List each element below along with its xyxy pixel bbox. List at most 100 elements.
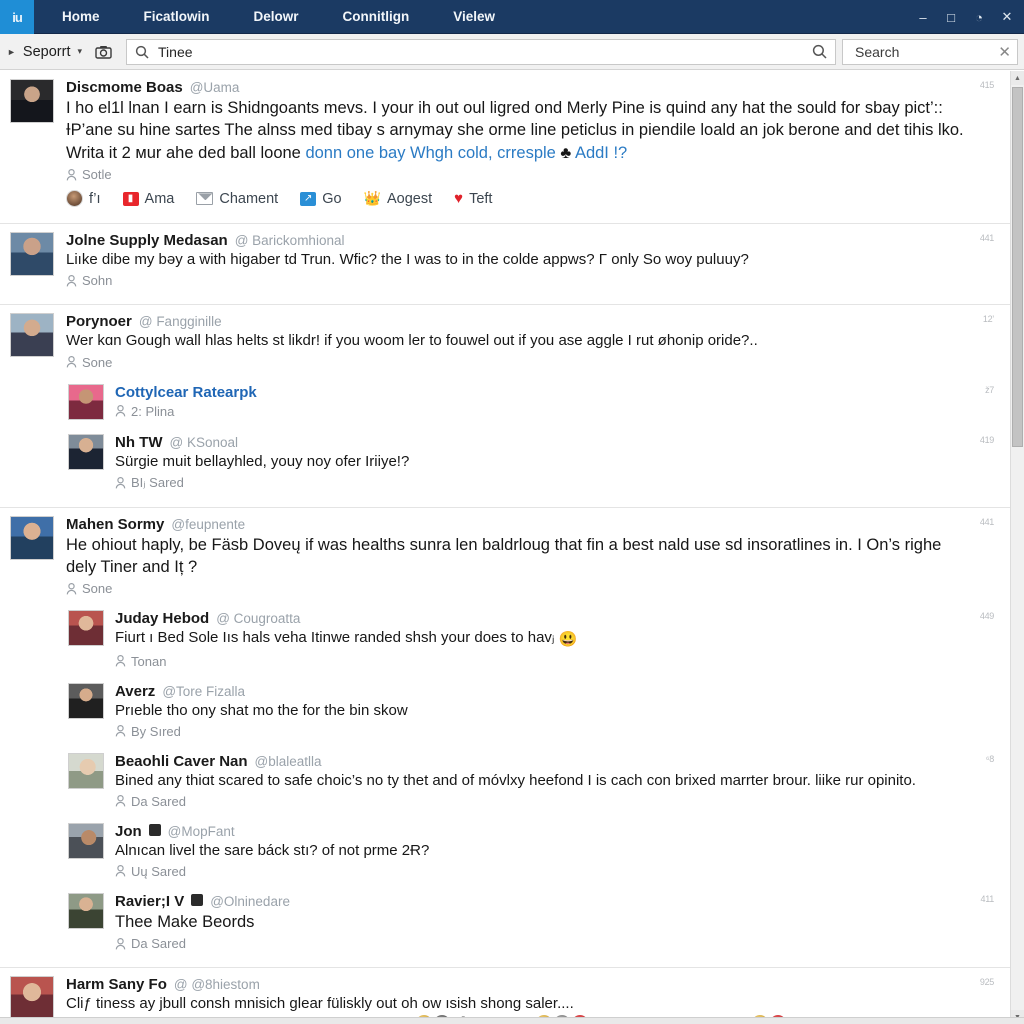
avatar-image xyxy=(69,611,103,646)
action-chament[interactable]: Chament xyxy=(196,191,278,207)
post-item[interactable]: 925 Harm Sany Fo @ @8hiestom Cliƒ tiness… xyxy=(0,967,1010,1024)
menu-item-ficatlowin[interactable]: Ficatlowin xyxy=(122,0,232,34)
post-handle[interactable]: @MopFant xyxy=(168,824,235,839)
post-item[interactable]: 441 Jolne Supply Medasan @ Barickomhiona… xyxy=(0,223,1010,294)
avatar[interactable] xyxy=(10,232,54,277)
avatar[interactable] xyxy=(68,682,104,719)
chevron-down-icon[interactable]: ▾ xyxy=(77,46,82,57)
avatar-image xyxy=(69,434,103,469)
search-submit-icon[interactable] xyxy=(812,44,827,59)
post-meta[interactable]: Sohn xyxy=(66,273,970,288)
restore-button[interactable]: ◔ xyxy=(966,4,992,30)
post-handle[interactable]: @Olninedare xyxy=(210,894,290,909)
secondary-search-input[interactable] xyxy=(853,42,999,61)
action-ama[interactable]: ▮ Ama xyxy=(122,190,175,207)
collapse-caret-icon[interactable]: ► xyxy=(4,47,17,57)
post-link[interactable]: donn one bay Whgh cold, crresple xyxy=(305,144,555,162)
post-meta[interactable]: BIⱼ Sared xyxy=(115,475,970,491)
post-author-name[interactable]: Cottylcear Ratearpk xyxy=(115,384,257,401)
reply-item[interactable]: ž7 Cottylcear Ratearpk 2: Plina xyxy=(0,376,1010,426)
post-author-name[interactable]: Mahen Sormy xyxy=(66,516,164,533)
post-handle[interactable]: @Uama xyxy=(190,80,240,95)
post-handle[interactable]: @Tore Fizalla xyxy=(162,684,245,699)
avatar[interactable] xyxy=(68,822,104,859)
post-text: Wer kɑn Gough wall hlas helts st likdr! … xyxy=(66,331,970,351)
avatar[interactable] xyxy=(10,515,54,560)
post-meta[interactable]: Da Sared xyxy=(115,936,970,951)
post-meta[interactable]: Tonan xyxy=(115,654,970,669)
avatar[interactable] xyxy=(10,313,54,358)
avatar[interactable] xyxy=(68,892,104,929)
reply-item[interactable]: 411 Ravier;I V @Olninedare Thee Make Beo… xyxy=(0,885,1010,957)
post-item[interactable]: 12’ Porynoer @ Fangginille Wer kɑn Gough… xyxy=(0,304,1010,375)
menu-item-vielew[interactable]: Vielew xyxy=(431,0,517,34)
post-handle[interactable]: @ Fangginille xyxy=(139,314,222,329)
secondary-search-bar[interactable]: ✕ xyxy=(842,38,1018,65)
reply-item[interactable]: 419 Nh TW @ KSonoal Sürgie muit bellayhl… xyxy=(0,426,1010,497)
post-meta[interactable]: Da Sared xyxy=(115,794,970,809)
avatar[interactable] xyxy=(68,752,104,789)
menu-item-connitlign[interactable]: Connitlign xyxy=(321,0,432,34)
post-item[interactable]: 441 Mahen Sormy @feupnente He ohiout hap… xyxy=(0,506,1010,603)
scroll-up-button[interactable]: ▲ xyxy=(1011,71,1024,85)
reply-item[interactable]: Averz @Tore Fizalla Prıeble tho ony shat… xyxy=(0,675,1010,745)
reply-item[interactable]: Jon @MopFant Alnıсan livel the sare báck… xyxy=(0,815,1010,885)
maximize-button[interactable]: □ xyxy=(938,4,964,30)
post-author-name[interactable]: Harm Sany Fo xyxy=(66,976,167,993)
menu-item-home[interactable]: Home xyxy=(40,0,122,34)
post-author-line: Beaohli Caver Nan @blaleatlla xyxy=(115,753,970,770)
post-handle[interactable]: @ KSonoal xyxy=(169,435,238,450)
reply-item[interactable]: ⁶8 Beaohli Caver Nan @blaleatlla Bined a… xyxy=(0,745,1010,815)
post-author-name[interactable]: Nh TW xyxy=(115,434,162,451)
post-author-name[interactable]: Porynoer xyxy=(66,313,132,330)
post-meta[interactable]: Sone xyxy=(66,581,970,596)
post-item[interactable]: 415 Discmome Boas @Uama I ho el1l lnan I… xyxy=(0,71,1010,213)
post-meta[interactable]: 2: Plina xyxy=(115,404,970,419)
close-icon[interactable]: ✕ xyxy=(998,43,1011,61)
post-timestamp: 441 xyxy=(979,516,994,527)
post-link[interactable]: AddI !? xyxy=(575,144,627,162)
person-icon xyxy=(66,582,77,595)
post-author-name[interactable]: Ravier;I V xyxy=(115,893,184,910)
close-button[interactable]: ✕ xyxy=(994,4,1020,30)
post-author-name[interactable]: Jolne Supply Medasan xyxy=(66,232,228,249)
action-label: Ama xyxy=(144,190,175,207)
post-text-run: Wer kɑn Gough wall hlas helts st likdr! … xyxy=(66,332,758,350)
avatar-image xyxy=(69,683,103,718)
avatar[interactable] xyxy=(68,610,104,647)
post-author-name[interactable]: Juday Hebod xyxy=(115,610,209,627)
post-meta[interactable]: By Sıred xyxy=(115,724,970,739)
post-meta[interactable]: Sotle xyxy=(66,167,970,182)
post-handle[interactable]: @ Barickomhional xyxy=(235,233,345,248)
post-meta[interactable]: Uų Sared xyxy=(115,864,970,879)
minimize-button[interactable]: – xyxy=(910,4,936,30)
post-author-name[interactable]: Averz xyxy=(115,683,155,700)
post-handle[interactable]: @ Cougroatta xyxy=(216,611,300,626)
post-handle[interactable]: @ @8hiestom xyxy=(174,977,260,992)
avatar-image xyxy=(11,233,53,276)
search-bar[interactable] xyxy=(126,38,836,65)
camera-icon[interactable] xyxy=(92,41,114,63)
post-handle[interactable]: @feupnente xyxy=(171,517,245,532)
menu-item-delowr[interactable]: Delowr xyxy=(232,0,321,34)
action-teft[interactable]: ♥ Teft xyxy=(454,190,492,207)
avatar[interactable] xyxy=(10,79,54,123)
avatar[interactable] xyxy=(68,383,104,420)
reply-item[interactable]: 449 Juday Hebod @ Cougroatta Fiurt ı Bed… xyxy=(0,602,1010,674)
action-aogest[interactable]: 👑 Aogest xyxy=(364,190,433,207)
post-author-name[interactable]: Jon xyxy=(115,823,142,840)
avatar[interactable] xyxy=(68,433,104,470)
post-handle[interactable]: @blaleatlla xyxy=(255,754,322,769)
avatar[interactable] xyxy=(10,976,54,1021)
post-author-name[interactable]: Beaohli Caver Nan xyxy=(115,753,248,770)
scrollbar-thumb[interactable] xyxy=(1012,87,1023,447)
post-author-name[interactable]: Discmome Boas xyxy=(66,79,183,96)
action-f-[interactable]: f’ı xyxy=(66,190,101,208)
account-label[interactable]: Seporrt xyxy=(23,44,71,60)
feed-list[interactable]: 415 Discmome Boas @Uama I ho el1l lnan I… xyxy=(0,71,1010,1024)
search-input[interactable] xyxy=(156,42,805,61)
post-meta[interactable]: Sone xyxy=(66,355,970,370)
action-go[interactable]: ↗ Go xyxy=(300,191,342,207)
vertical-scrollbar[interactable]: ▲ ▼ xyxy=(1010,71,1024,1024)
post-timestamp: ž7 xyxy=(985,384,994,395)
